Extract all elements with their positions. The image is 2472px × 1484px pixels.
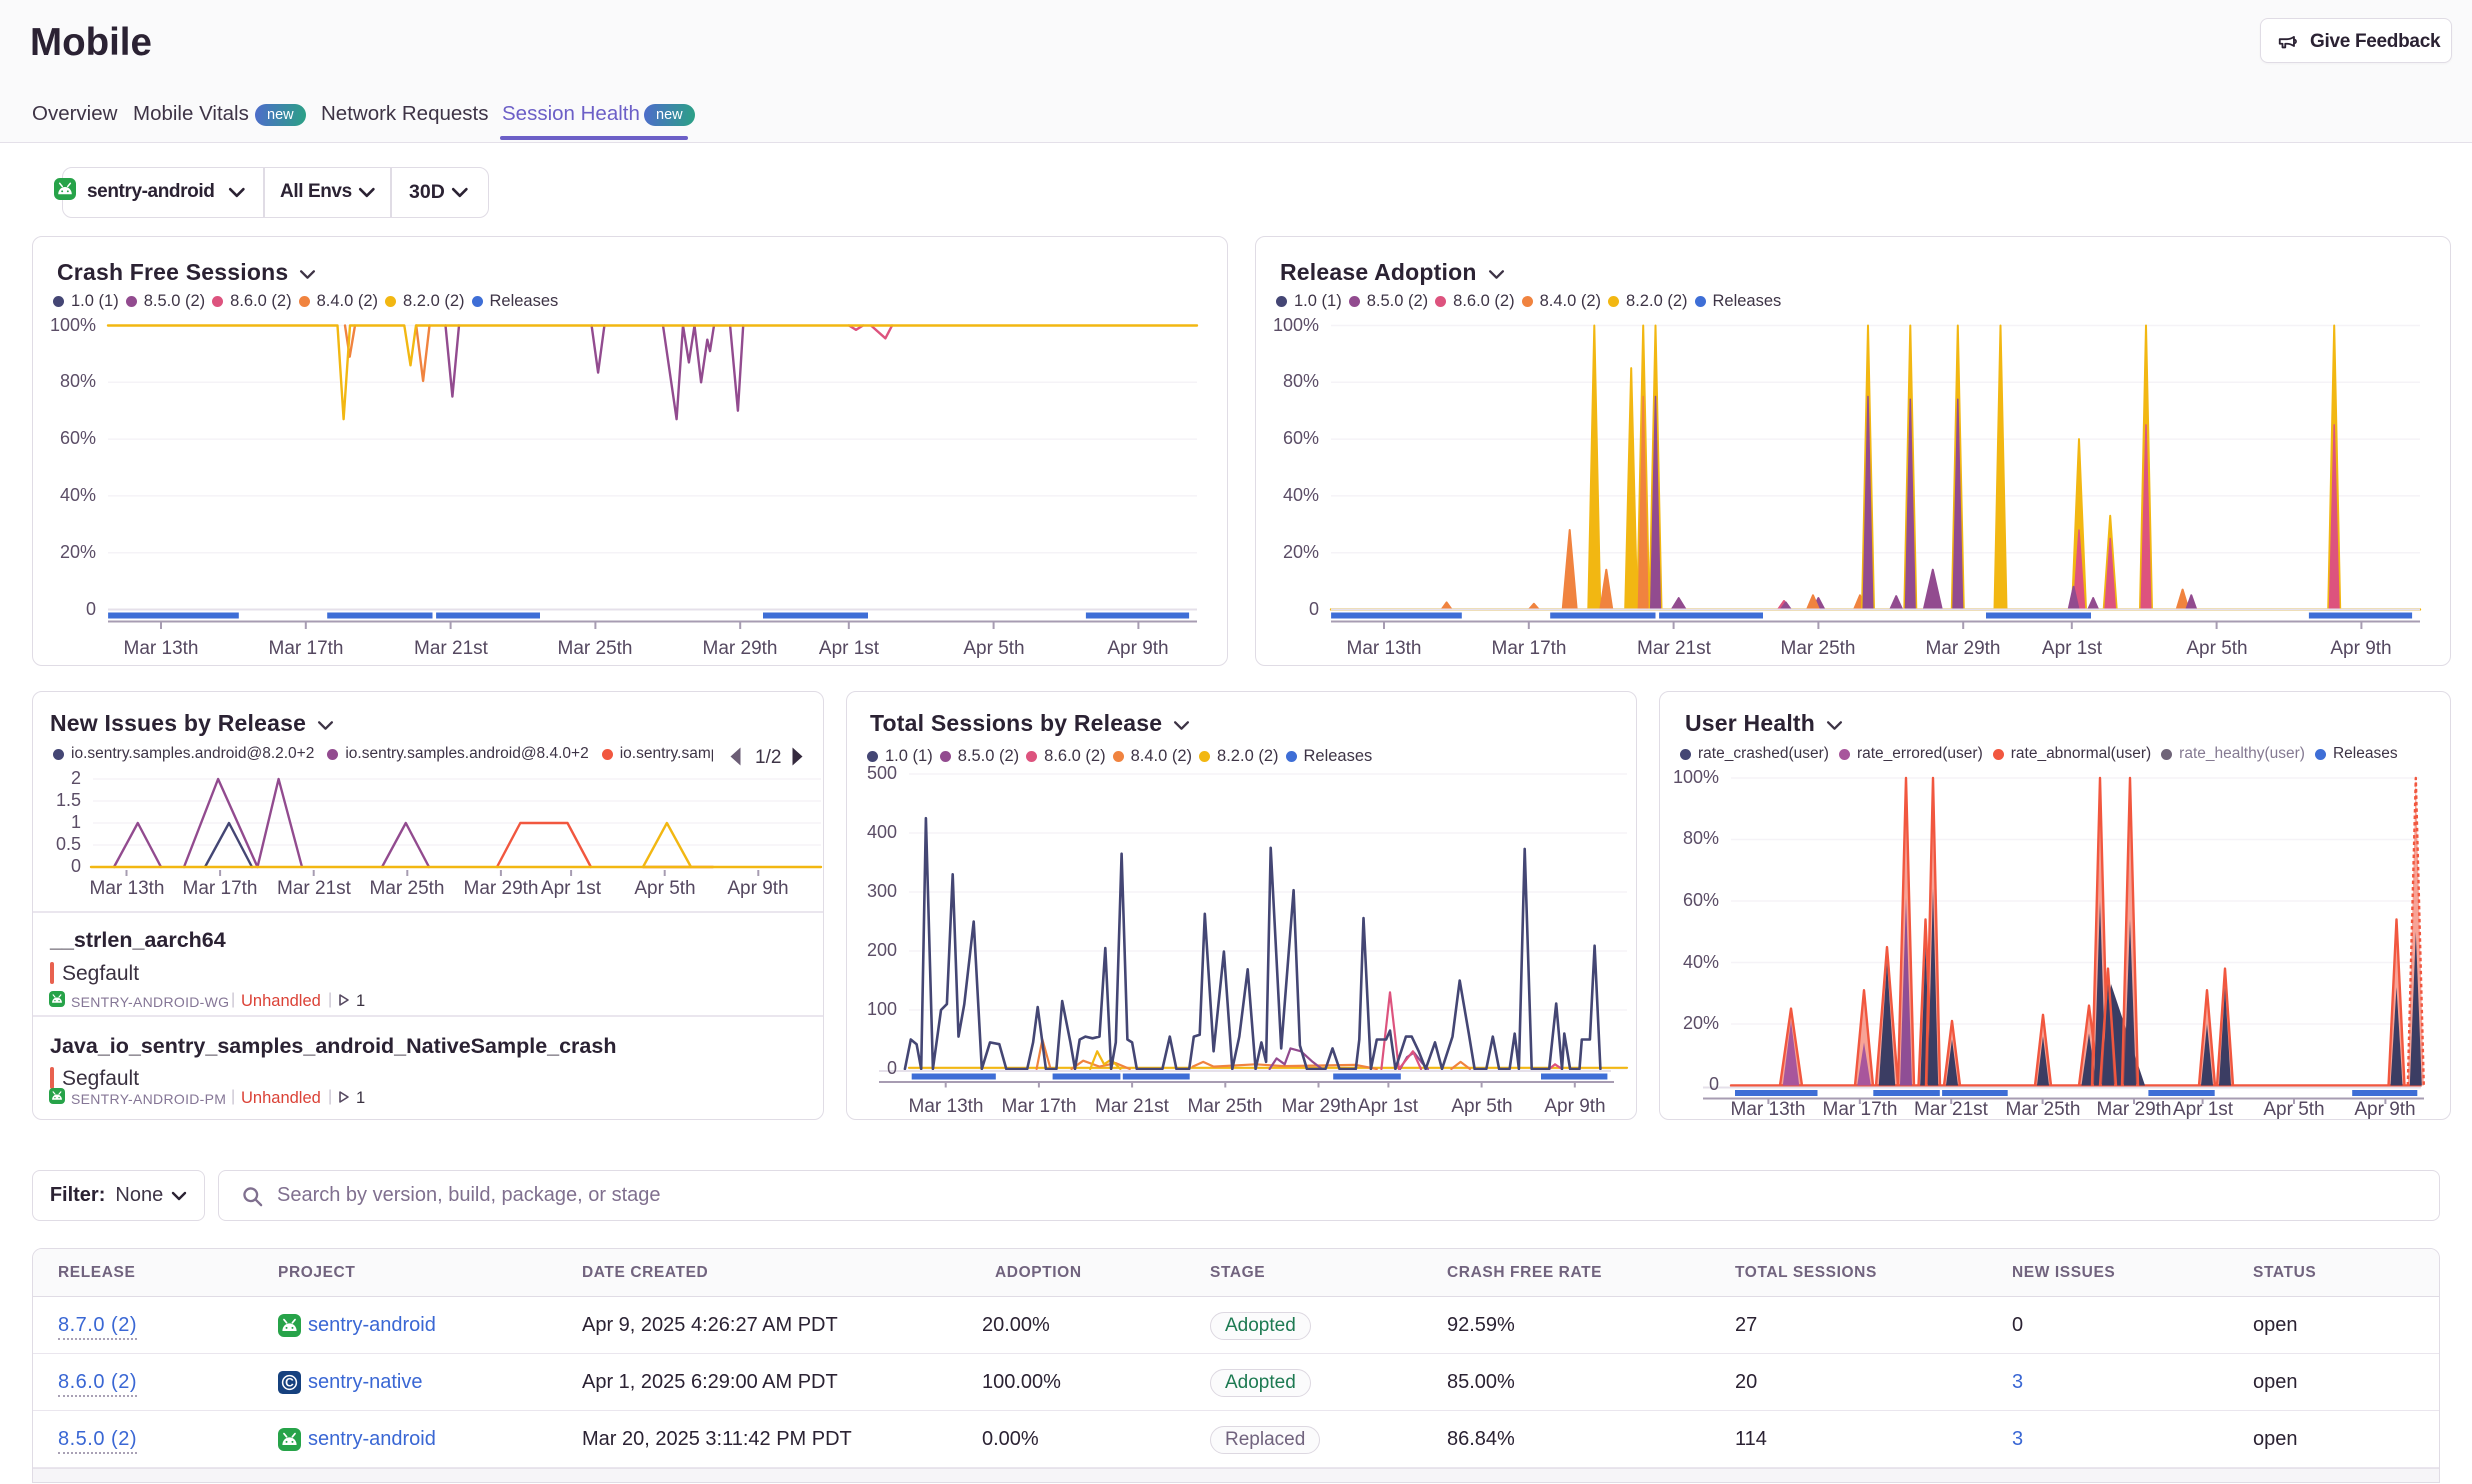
svg-text:C: C [285,1376,294,1390]
